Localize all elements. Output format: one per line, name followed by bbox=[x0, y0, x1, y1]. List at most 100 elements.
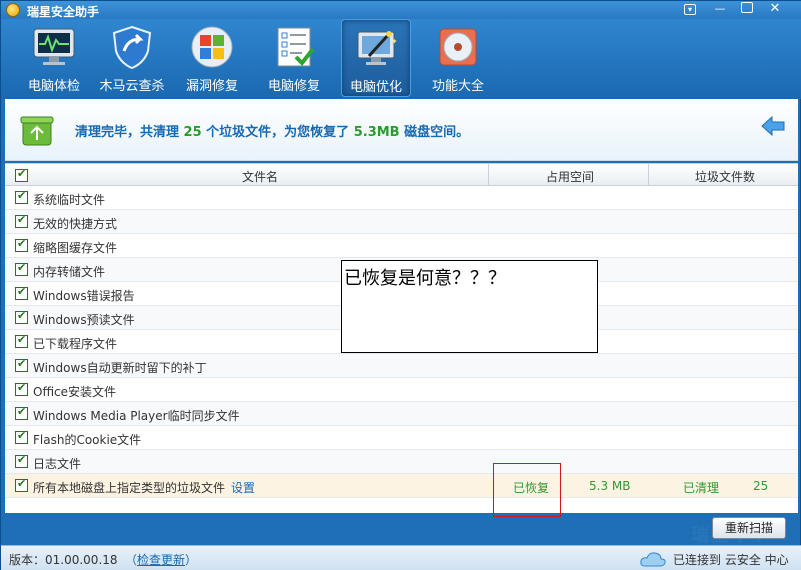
row-checkbox[interactable] bbox=[15, 213, 28, 228]
row-file-name: 所有本地磁盘上指定类型的垃圾文件 设置 bbox=[33, 479, 255, 496]
tool-label: 电脑优化 bbox=[349, 80, 402, 95]
annotation-note: 已恢复是何意？？？ bbox=[341, 260, 598, 353]
table-row-summary[interactable]: 所有本地磁盘上指定类型的垃圾文件设置 已恢复 5.3 MB 已清理 25 bbox=[5, 474, 798, 498]
main-toolbar: 电脑体检 木马云查杀 漏洞修复 电脑修复 ✦ 电脑优化 功能大全 bbox=[1, 19, 801, 99]
table-row[interactable]: 缩略图缓存文件 bbox=[5, 234, 798, 258]
tool-label: 漏洞修复 bbox=[185, 79, 238, 94]
status-bar: 版本：01.00.00.18 （检查更新） 已连接到 云安全 中心 bbox=[1, 545, 801, 570]
cloud-connection-status: 已连接到 云安全 中心 bbox=[673, 553, 789, 567]
row-file-name: Windows自动更新时留下的补丁 bbox=[33, 361, 207, 375]
recovered-space: 5.3MB bbox=[353, 125, 400, 140]
row-checkbox[interactable] bbox=[15, 237, 28, 252]
row-file-name: Windows Media Player临时同步文件 bbox=[33, 409, 240, 423]
check-update-link[interactable]: 检查更新 bbox=[137, 553, 185, 567]
row-file-name: 已下载程序文件 bbox=[33, 337, 118, 351]
summary-prefix: 清理完毕，共清理 bbox=[75, 125, 180, 140]
row-checkbox[interactable] bbox=[15, 477, 28, 492]
cloud-icon bbox=[640, 552, 666, 567]
tool-label: 功能大全 bbox=[431, 79, 484, 94]
tool-trojan-scan[interactable]: 木马云查杀 bbox=[97, 19, 167, 97]
header-divider bbox=[488, 164, 489, 186]
row-checkbox[interactable] bbox=[15, 333, 28, 348]
update-paren-close: ） bbox=[185, 553, 198, 567]
tool-pc-checkup[interactable]: 电脑体检 bbox=[19, 19, 89, 97]
table-row[interactable]: Windows Media Player临时同步文件 bbox=[5, 402, 798, 426]
check-update: （检查更新） bbox=[125, 551, 197, 568]
junk-count-value: 25 bbox=[753, 479, 769, 493]
row-file-name: 系统临时文件 bbox=[33, 193, 106, 207]
select-all-checkbox[interactable] bbox=[15, 167, 28, 182]
summary-suffix: 磁盘空间。 bbox=[404, 125, 470, 140]
tool-label: 电脑修复 bbox=[267, 79, 320, 94]
row-file-name: 缩略图缓存文件 bbox=[33, 241, 118, 255]
version-label: 版本：01.00.00.18 bbox=[9, 553, 118, 567]
row-checkbox[interactable] bbox=[15, 261, 28, 276]
tool-label: 电脑体检 bbox=[27, 79, 80, 94]
table-row[interactable]: 无效的快捷方式 bbox=[5, 210, 798, 234]
row-file-name: Office安装文件 bbox=[33, 385, 117, 399]
minimize-button[interactable]: — bbox=[709, 2, 731, 17]
header-junk-count: 垃圾文件数 bbox=[694, 170, 755, 184]
row-file-name: 无效的快捷方式 bbox=[33, 217, 118, 231]
table-row[interactable]: 日志文件 bbox=[5, 450, 798, 474]
maximize-icon bbox=[741, 2, 753, 13]
row-file-name: 日志文件 bbox=[33, 457, 82, 471]
update-paren-open: （ bbox=[125, 553, 138, 567]
summary-middle: 个垃圾文件，为您恢复了 bbox=[206, 125, 350, 140]
row-file-name: 内存转储文件 bbox=[33, 265, 106, 279]
annotation-highlight-box bbox=[493, 463, 561, 517]
close-icon: ✕ bbox=[769, 1, 781, 16]
rescan-button[interactable]: 重新扫描 bbox=[712, 517, 786, 539]
space-used-value: 5.3 MB bbox=[589, 479, 631, 493]
tool-label: 木马云查杀 bbox=[99, 79, 165, 94]
magic-wand-monitor-icon: ✦ bbox=[357, 31, 398, 65]
settings-link[interactable]: 设置 bbox=[231, 481, 255, 495]
cleanup-status-panel: 清理完毕，共清理 25 个垃圾文件，为您恢复了 5.3MB 磁盘空间。 bbox=[5, 99, 798, 161]
row-checkbox[interactable] bbox=[15, 405, 28, 420]
row-file-name-text: 所有本地磁盘上指定类型的垃圾文件 bbox=[33, 481, 226, 495]
row-checkbox[interactable] bbox=[15, 429, 28, 444]
shield-icon bbox=[112, 25, 152, 69]
title-bar: 瑞星安全助手 ▾ — ✕ bbox=[1, 1, 801, 19]
annotation-text: 已恢复是何意？？？ bbox=[344, 268, 506, 289]
cleaned-file-count: 25 bbox=[183, 125, 202, 140]
row-checkbox[interactable] bbox=[15, 357, 28, 372]
cleanup-summary: 清理完毕，共清理 25 个垃圾文件，为您恢复了 5.3MB 磁盘空间。 bbox=[75, 121, 469, 140]
app-window: 瑞星安全助手 ▾ — ✕ 电脑体检 木马云查杀 漏洞修复 电脑修复 ✦ 电脑优化… bbox=[0, 0, 801, 570]
table-header: 文件名 占用空间 垃圾文件数 bbox=[5, 163, 798, 186]
tool-pc-repair[interactable]: 电脑修复 bbox=[259, 19, 329, 97]
windows-logo-icon bbox=[191, 26, 233, 68]
tool-all-features[interactable]: 功能大全 bbox=[423, 19, 493, 97]
recycle-bin-icon bbox=[20, 116, 54, 146]
table-row[interactable]: Flash的Cookie文件 bbox=[5, 426, 798, 450]
rising-logo-icon bbox=[6, 3, 20, 17]
table-row[interactable]: Office安装文件 bbox=[5, 378, 798, 402]
disc-box-icon bbox=[439, 28, 477, 66]
row-file-name: Flash的Cookie文件 bbox=[33, 433, 142, 447]
row-checkbox[interactable] bbox=[15, 453, 28, 468]
minimize-icon: — bbox=[714, 2, 726, 15]
row-checkbox[interactable] bbox=[15, 309, 28, 324]
header-space-used: 占用空间 bbox=[545, 170, 594, 184]
table-row[interactable]: Windows自动更新时留下的补丁 bbox=[5, 354, 798, 378]
cleaned-status: 已清理 bbox=[683, 481, 720, 495]
row-checkbox[interactable] bbox=[15, 381, 28, 396]
menu-button[interactable]: ▾ bbox=[679, 2, 701, 17]
monitor-pulse-icon bbox=[33, 28, 75, 65]
header-file-name: 文件名 bbox=[241, 170, 278, 184]
row-file-name: Windows预读文件 bbox=[33, 313, 135, 327]
row-checkbox[interactable] bbox=[15, 189, 28, 204]
close-button[interactable]: ✕ bbox=[764, 2, 786, 17]
back-arrow-icon[interactable] bbox=[760, 115, 786, 137]
header-divider bbox=[648, 164, 649, 186]
window-title: 瑞星安全助手 bbox=[27, 5, 100, 19]
menu-icon: ▾ bbox=[684, 4, 696, 15]
row-file-name: Windows错误报告 bbox=[33, 289, 135, 303]
table-row[interactable]: 系统临时文件 bbox=[5, 186, 798, 210]
row-checkbox[interactable] bbox=[15, 285, 28, 300]
svg-text:✦: ✦ bbox=[391, 37, 398, 46]
checklist-icon bbox=[277, 27, 315, 67]
maximize-button[interactable] bbox=[736, 2, 758, 17]
tool-pc-optimize[interactable]: ✦ 电脑优化 bbox=[341, 19, 411, 97]
tool-vulnerability-fix[interactable]: 漏洞修复 bbox=[177, 19, 247, 97]
